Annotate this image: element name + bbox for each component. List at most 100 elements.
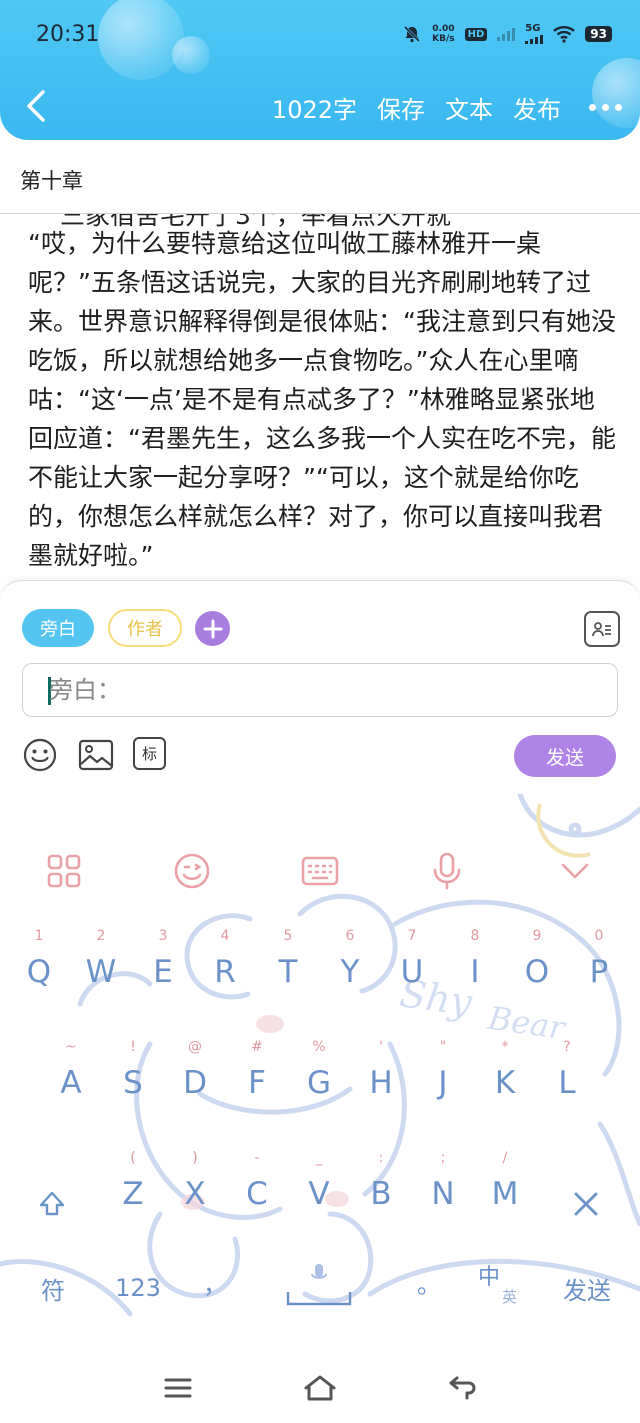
key-q[interactable]: 1Q — [10, 928, 68, 1018]
publish-button[interactable]: 发布 — [513, 90, 561, 125]
more-dots-icon[interactable] — [589, 104, 622, 111]
nav-home-button[interactable] — [300, 1368, 340, 1408]
key-v[interactable]: _ V — [290, 1150, 348, 1240]
kb-grid-menu-button[interactable] — [34, 846, 94, 896]
emoji-icon — [23, 738, 57, 772]
key-f[interactable]: # F — [228, 1039, 286, 1129]
key-sup: 1 — [34, 928, 44, 944]
key-c[interactable]: -C — [228, 1150, 286, 1240]
key-label: Q — [26, 954, 52, 990]
kb-voice-button[interactable] — [417, 846, 477, 896]
dialogue-input-box[interactable] — [22, 663, 618, 717]
key-h[interactable]: ' H — [352, 1039, 410, 1129]
collapse-down-icon — [561, 863, 589, 879]
key-sup: / — [502, 1150, 508, 1166]
back-return-icon — [449, 1376, 476, 1400]
emoji-button[interactable] — [22, 737, 58, 773]
key-j[interactable]: " J — [414, 1039, 472, 1129]
send-button[interactable]: 发送 — [514, 735, 616, 777]
chapter-title[interactable]: 第十章 — [20, 165, 83, 195]
role-chip-narration[interactable]: 旁白 — [22, 609, 94, 647]
symbol-key[interactable]: 符 — [22, 1258, 84, 1318]
key-x[interactable]: ) X — [166, 1150, 224, 1240]
key-label: M — [491, 1176, 519, 1212]
key-label: J — [438, 1065, 448, 1101]
number-key[interactable]: 123 — [104, 1258, 172, 1318]
key-d[interactable]: @ D — [166, 1039, 224, 1129]
key-l[interactable]: ? L — [538, 1039, 596, 1129]
key-sup: _ — [315, 1150, 323, 1166]
key-r[interactable]: 4R — [196, 928, 254, 1018]
key-label: I — [470, 954, 480, 990]
key-t[interactable]: 5T — [259, 928, 317, 1018]
key-sup: ? — [563, 1039, 571, 1055]
nav-menu-button[interactable] — [158, 1368, 198, 1408]
tag-button[interactable]: 标 — [133, 737, 166, 770]
chapter-content[interactable]: 三家宿舍宅开了3个，举着点火开就 “哎，为什么要特意给这位叫做工藤林雅开一桌呢？… — [0, 214, 640, 574]
shift-icon — [39, 1191, 65, 1216]
language-switch-key[interactable]: 中 英 — [478, 1256, 528, 1316]
add-role-button[interactable] — [195, 611, 230, 646]
key-sup: ( — [130, 1150, 136, 1166]
tag-label: 标 — [141, 745, 157, 763]
key-g[interactable]: % G — [290, 1039, 348, 1129]
delete-key[interactable] — [556, 1174, 616, 1234]
key-u[interactable]: 7U — [383, 928, 441, 1018]
back-button[interactable] — [18, 88, 54, 124]
wifi-icon — [553, 25, 576, 43]
key-z[interactable]: (Z — [104, 1150, 162, 1240]
signal-icon — [497, 27, 516, 41]
key-i[interactable]: 8I — [446, 928, 504, 1018]
key-m[interactable]: / M — [476, 1150, 534, 1240]
net-speed-unit: KB/s — [432, 34, 455, 44]
key-s[interactable]: ! S — [104, 1039, 162, 1129]
kb-emoji-button[interactable] — [162, 846, 222, 896]
period-key[interactable]: 。 — [404, 1252, 454, 1312]
key-label: V — [308, 1176, 330, 1212]
kb-collapse-button[interactable] — [545, 846, 605, 896]
key-a[interactable]: ~ A — [42, 1039, 100, 1129]
mute-bell-icon — [402, 24, 422, 44]
key-label: H — [369, 1065, 393, 1101]
kb-keyboard-button[interactable] — [290, 846, 350, 896]
menu-lines-icon — [164, 1378, 192, 1398]
key-label: C — [246, 1176, 268, 1212]
key-sup: 9 — [532, 928, 542, 944]
key-label: T — [278, 954, 298, 990]
content-body[interactable]: “哎，为什么要特意给这位叫做工藤林雅开一桌呢？”五条悟这话说完，大家的目光齐刷刷… — [28, 224, 618, 574]
contact-card-button[interactable] — [584, 611, 620, 647]
key-sup: : — [378, 1150, 384, 1166]
key-label: D — [183, 1065, 207, 1101]
key-sup: ' — [379, 1039, 383, 1055]
microphone-icon — [433, 852, 461, 890]
key-n[interactable]: ; N — [414, 1150, 472, 1240]
space-key[interactable] — [282, 1256, 356, 1316]
key-w[interactable]: 2W — [72, 928, 130, 1018]
key-k[interactable]: * K — [476, 1039, 534, 1129]
nav-back-button[interactable] — [442, 1368, 482, 1408]
key-label: O — [524, 954, 550, 990]
key-y[interactable]: 6Y — [321, 928, 379, 1018]
space-mic-icon — [286, 1264, 352, 1306]
app-header: 20:31 0.00 KB/s HD 5G 93 1022字 保存 文本 发布 — [0, 0, 640, 140]
key-sup: % — [312, 1039, 326, 1055]
word-count: 1022字 — [271, 96, 357, 124]
key-label: A — [60, 1065, 82, 1101]
shift-key[interactable] — [22, 1174, 82, 1234]
image-button[interactable] — [78, 737, 114, 773]
key-e[interactable]: 3E — [134, 928, 192, 1018]
comma-key[interactable]: ， — [190, 1252, 240, 1312]
key-b[interactable]: :B — [352, 1150, 410, 1240]
key-p[interactable]: 0P — [570, 928, 628, 1018]
dialogue-input[interactable] — [49, 664, 609, 716]
keyboard-send-key[interactable]: 发送 — [552, 1258, 622, 1318]
key-label: P — [589, 954, 609, 990]
key-o[interactable]: 9O — [508, 928, 566, 1018]
text-button[interactable]: 文本 — [445, 90, 493, 125]
save-button[interactable]: 保存 — [377, 90, 425, 125]
net-speed: 0.00 KB/s — [432, 24, 454, 44]
role-chip-author[interactable]: 作者 — [108, 609, 182, 647]
key-label: W — [85, 954, 117, 990]
soft-keyboard: Shy Bear 1Q 2W 3E 4R 5T 6Y 7U 8I 9O 0P ~… — [0, 794, 640, 1354]
key-label: G — [306, 1065, 332, 1101]
